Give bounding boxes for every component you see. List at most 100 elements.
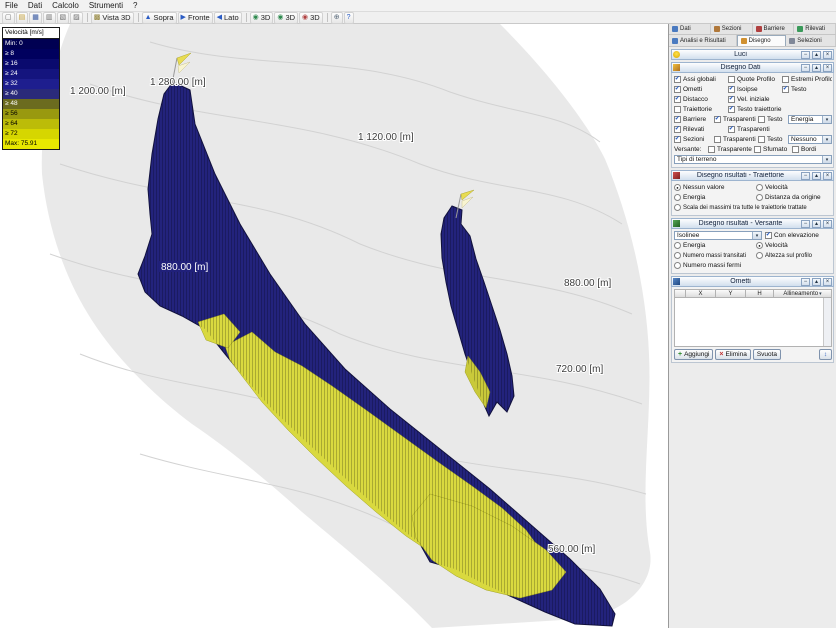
checkbox-sezioni[interactable]: ✓Sezioni bbox=[674, 136, 714, 143]
tab-disegno[interactable]: Disegno bbox=[737, 35, 787, 46]
elimina-button[interactable]: ×Elimina bbox=[715, 349, 750, 360]
tab-dati[interactable]: Dati bbox=[669, 24, 711, 34]
checkbox-testo-traiettorie[interactable]: ✓Testo traiettorie bbox=[728, 106, 832, 113]
radio-scala-massimi[interactable]: Scala dei massimi tra tutte le traiettor… bbox=[674, 204, 832, 211]
menu-calcolo[interactable]: Calcolo bbox=[47, 0, 84, 11]
view-3d-button-3[interactable]: ◉ 3D bbox=[299, 12, 323, 24]
checkbox-testo-sezioni[interactable]: Testo bbox=[758, 136, 788, 143]
tab-analisi-e-risultati[interactable]: Analisi e Risultati bbox=[669, 35, 737, 46]
new-button[interactable]: ▢ bbox=[2, 12, 15, 24]
menu-strumenti[interactable]: Strumenti bbox=[84, 0, 128, 11]
collapse-icon[interactable]: − bbox=[801, 51, 810, 59]
help-button[interactable]: ? bbox=[344, 12, 354, 24]
print-button[interactable]: ▥ bbox=[43, 12, 56, 24]
open-button[interactable]: ▤ bbox=[16, 12, 29, 24]
checkbox-distacco[interactable]: ✓Distacco bbox=[674, 96, 728, 103]
tab-rilevati[interactable]: Rilevati bbox=[794, 24, 836, 34]
viewport-3d[interactable]: 1 280.00 [m] 1 200.00 [m] 1 120.00 [m] 8… bbox=[0, 24, 668, 628]
luci-header[interactable]: Luci − ▴ × bbox=[671, 49, 834, 60]
checkbox-ometti[interactable]: ✓Ometti bbox=[674, 86, 728, 93]
barriere-value-select[interactable]: Energia▾ bbox=[788, 115, 832, 124]
scene-svg[interactable]: 1 280.00 [m] 1 200.00 [m] 1 120.00 [m] 8… bbox=[0, 24, 668, 628]
copy-button[interactable]: ▧ bbox=[57, 12, 70, 24]
checkbox-sfumato[interactable]: Sfumato bbox=[754, 146, 792, 153]
column-header-y[interactable]: Y bbox=[716, 289, 746, 298]
collapse-icon[interactable]: − bbox=[801, 220, 810, 228]
radio-velocita-versante[interactable]: ●Velocità bbox=[756, 242, 832, 249]
tab-sezioni[interactable]: Sezioni bbox=[711, 24, 753, 34]
column-header-h[interactable]: H bbox=[746, 289, 774, 298]
checkbox-estremi-profilo[interactable]: Estremi Profilo bbox=[782, 76, 832, 83]
ometti-table-body[interactable] bbox=[674, 298, 832, 347]
close-icon[interactable]: × bbox=[823, 220, 832, 228]
expand-up-icon[interactable]: ▴ bbox=[812, 172, 821, 180]
expand-up-icon[interactable]: ▴ bbox=[812, 220, 821, 228]
ometti-table-header: X Y H Allineamento▾ bbox=[674, 289, 832, 298]
expand-up-icon[interactable]: ▴ bbox=[812, 278, 821, 286]
checkbox-con-elevazione[interactable]: ✓Con elevazione bbox=[765, 232, 832, 239]
checkbox-barriere[interactable]: ✓Barriere bbox=[674, 116, 714, 123]
menu-dati[interactable]: Dati bbox=[23, 0, 47, 11]
close-icon[interactable]: × bbox=[823, 51, 832, 59]
checkbox-isoipse[interactable]: ✓Isoipse bbox=[728, 86, 782, 93]
isolinee-select[interactable]: Isolinee▾ bbox=[674, 231, 762, 240]
checkbox-assi-globali[interactable]: ✓Assi globali bbox=[674, 76, 728, 83]
radio-distanza-da-origine[interactable]: Distanza da origine bbox=[756, 194, 832, 201]
checkbox-testo-barriere[interactable]: Testo bbox=[758, 116, 788, 123]
close-icon[interactable]: × bbox=[823, 64, 832, 72]
reorder-button[interactable]: ↕ bbox=[819, 349, 832, 360]
svuota-button[interactable]: Svuota bbox=[753, 349, 781, 360]
chevron-down-icon[interactable]: ▾ bbox=[752, 232, 761, 239]
expand-up-icon[interactable]: ▴ bbox=[812, 64, 821, 72]
view-3d-button-1[interactable]: ◉ 3D bbox=[250, 12, 274, 24]
fronte-button[interactable]: ▶ Fronte bbox=[178, 12, 213, 24]
table-scrollbar[interactable] bbox=[823, 298, 831, 346]
column-header-x[interactable]: X bbox=[686, 289, 716, 298]
radio-altezza-sul-profilo[interactable]: Altezza sul profilo bbox=[756, 252, 832, 259]
checkbox-quote-profilo[interactable]: Quote Profilo bbox=[728, 76, 782, 83]
radio-numero-massi-fermi[interactable]: Numero massi fermi bbox=[674, 262, 832, 269]
close-icon[interactable]: × bbox=[823, 278, 832, 286]
checkbox-trasparenti-barriere[interactable]: ✓Trasparenti bbox=[714, 116, 758, 123]
close-icon[interactable]: × bbox=[823, 172, 832, 180]
vista-3d-button[interactable]: ▩ Vista 3D bbox=[91, 12, 134, 24]
export-button[interactable]: ▨ bbox=[70, 12, 83, 24]
column-header-allineamento[interactable]: Allineamento▾ bbox=[774, 289, 832, 298]
tab-selezioni[interactable]: Selezioni bbox=[786, 35, 836, 46]
sezioni-value-select[interactable]: Nessuno▾ bbox=[788, 135, 832, 144]
collapse-icon[interactable]: − bbox=[801, 172, 810, 180]
collapse-icon[interactable]: − bbox=[801, 278, 810, 286]
checkbox-trasparente-versante[interactable]: Trasparente bbox=[708, 146, 754, 153]
attach-button[interactable]: ⊕ bbox=[331, 12, 343, 24]
chevron-down-icon[interactable]: ▾ bbox=[822, 136, 831, 143]
ometti-header[interactable]: Ometti − ▴ × bbox=[671, 276, 834, 287]
tab-barriere[interactable]: Barriere bbox=[753, 24, 795, 34]
checkbox-rilevati[interactable]: ✓Rilevati bbox=[674, 126, 728, 133]
chevron-down-icon[interactable]: ▾ bbox=[822, 156, 831, 163]
versante-header[interactable]: Disegno risultati - Versante − ▴ × bbox=[671, 218, 834, 229]
radio-nessun-valore[interactable]: ●Nessun valore bbox=[674, 184, 756, 191]
view-3d-button-2[interactable]: ◉ 3D bbox=[274, 12, 298, 24]
expand-up-icon[interactable]: ▴ bbox=[812, 51, 821, 59]
sopra-button[interactable]: ▲ Sopra bbox=[142, 12, 177, 24]
checkbox-traiettorie[interactable]: Traiettorie bbox=[674, 106, 728, 113]
aggiungi-button[interactable]: +Aggiungi bbox=[674, 349, 713, 360]
lato-button[interactable]: ◀ Lato bbox=[214, 12, 242, 24]
traiettorie-header[interactable]: Disegno risultati - Traiettorie − ▴ × bbox=[671, 170, 834, 181]
checkbox-vel-iniziale[interactable]: ✓Vel. iniziale bbox=[728, 96, 832, 103]
disegno-dati-header[interactable]: Disegno Dati − ▴ × bbox=[671, 62, 834, 73]
radio-energia-traiettorie[interactable]: Energia bbox=[674, 194, 756, 201]
checkbox-trasparenti-sezioni[interactable]: Trasparenti bbox=[714, 136, 758, 143]
radio-energia-versante[interactable]: Energia bbox=[674, 242, 756, 249]
menu-help[interactable]: ? bbox=[128, 0, 142, 11]
chevron-down-icon[interactable]: ▾ bbox=[822, 116, 831, 123]
checkbox-trasparenti-rilevati[interactable]: ✓Trasparenti bbox=[728, 126, 832, 133]
radio-velocita-traiettorie[interactable]: Velocità bbox=[756, 184, 832, 191]
checkbox-bordi[interactable]: Bordi bbox=[792, 146, 832, 153]
radio-numero-massi-transitati[interactable]: Numero massi transitati bbox=[674, 252, 756, 259]
collapse-icon[interactable]: − bbox=[801, 64, 810, 72]
checkbox-testo[interactable]: ✓Testo bbox=[782, 86, 832, 93]
tipi-di-terreno-select[interactable]: Tipi di terreno▾ bbox=[674, 155, 832, 164]
save-button[interactable]: ▦ bbox=[29, 12, 42, 24]
menu-file[interactable]: File bbox=[0, 0, 23, 11]
